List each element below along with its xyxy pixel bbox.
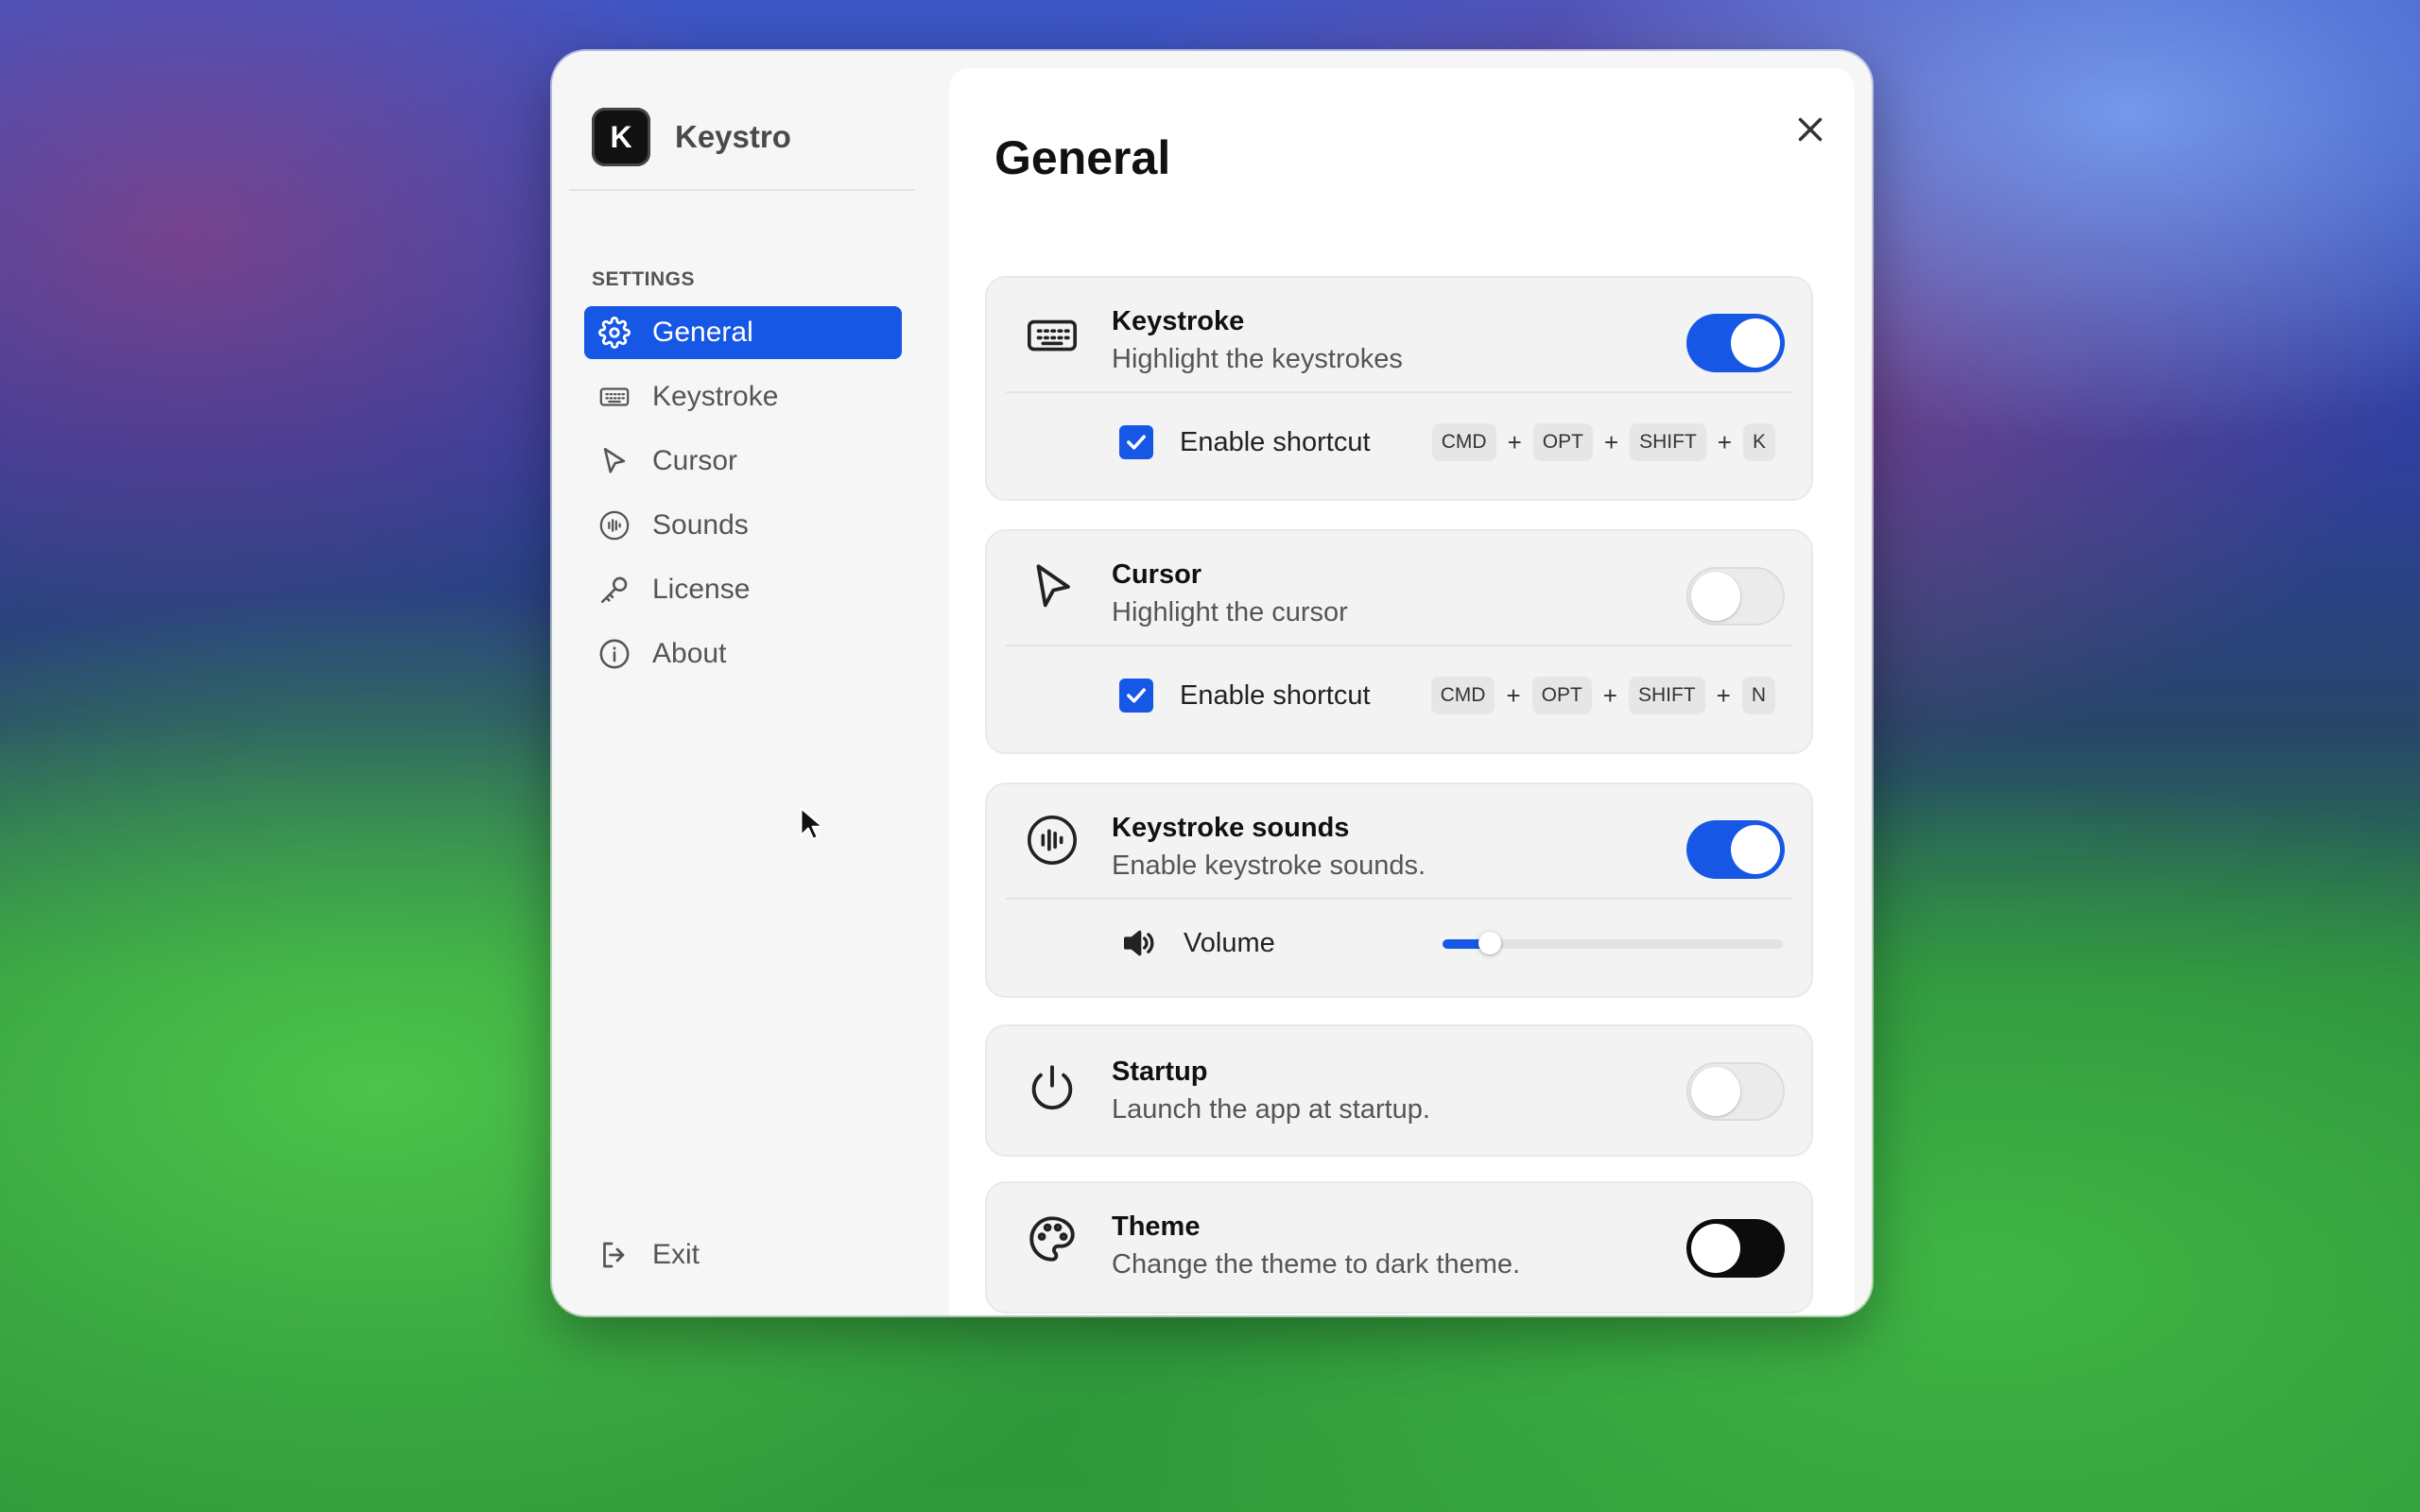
shortcut-key: SHIFT <box>1630 423 1706 461</box>
theme-toggle[interactable] <box>1686 1219 1785 1278</box>
shortcut-key: OPT <box>1532 423 1593 461</box>
plus-sign: + <box>1507 427 1522 456</box>
sidebar: K Keystro SETTINGS General Keystroke Cur… <box>552 51 930 1315</box>
shortcut-key: N <box>1741 677 1775 714</box>
keystroke-description: Highlight the keystrokes <box>1112 344 1403 374</box>
mouse-pointer-icon <box>800 807 822 840</box>
sidebar-item-general[interactable]: General <box>584 306 902 359</box>
keystroke-shortcut-keys: CMD + OPT + SHIFT + K <box>1431 423 1775 461</box>
plus-sign: + <box>1716 680 1731 710</box>
exit-icon <box>597 1238 631 1272</box>
volume-slider[interactable] <box>1443 932 1783 954</box>
main-panel: General Keystroke Highlight the keystrok… <box>949 68 1855 1315</box>
keystroke-card: Keystroke Highlight the keystrokes Enabl… <box>985 276 1813 501</box>
startup-description: Launch the app at startup. <box>1112 1094 1430 1125</box>
sounds-title: Keystroke sounds <box>1112 813 1350 843</box>
gear-icon <box>597 316 631 350</box>
cursor-icon <box>1036 564 1070 608</box>
cursor-shortcut-label: Enable shortcut <box>1180 679 1371 711</box>
cursor-icon <box>597 444 631 478</box>
theme-description: Change the theme to dark theme. <box>1112 1249 1521 1280</box>
settings-section-label: SETTINGS <box>592 268 696 290</box>
sidebar-item-license[interactable]: License <box>584 563 902 616</box>
cursor-toggle[interactable] <box>1686 567 1785 626</box>
plus-sign: + <box>1602 680 1617 710</box>
checkmark-icon <box>1127 688 1146 703</box>
sound-wave-icon <box>597 508 631 542</box>
cursor-shortcut-row: Enable shortcut <box>1119 679 1371 713</box>
shortcut-key: OPT <box>1531 677 1592 714</box>
keystroke-shortcut-label: Enable shortcut <box>1180 426 1371 457</box>
sidebar-item-sounds[interactable]: Sounds <box>584 499 902 552</box>
palette-icon <box>1029 1216 1075 1262</box>
sidebar-item-cursor[interactable]: Cursor <box>584 435 902 488</box>
sidebar-divider <box>569 189 915 191</box>
close-button[interactable] <box>1790 110 1830 149</box>
keyboard-icon <box>1028 319 1077 352</box>
exit-button[interactable]: Exit <box>597 1238 700 1272</box>
cursor-card: Cursor Highlight the cursor Enable short… <box>985 529 1813 754</box>
plus-sign: + <box>1717 427 1732 456</box>
sound-wave-icon <box>1028 816 1077 865</box>
sidebar-item-label: Keystroke <box>652 381 779 412</box>
exit-label: Exit <box>652 1239 700 1270</box>
plus-sign: + <box>1603 427 1619 456</box>
shortcut-key: CMD <box>1430 677 1495 714</box>
card-separator <box>1006 898 1792 900</box>
checkmark-icon <box>1127 435 1146 450</box>
page-title: General <box>994 131 1171 184</box>
key-icon <box>597 573 631 607</box>
cursor-shortcut-checkbox[interactable] <box>1119 679 1153 713</box>
volume-row: Volume <box>1119 924 1275 962</box>
sidebar-item-keystroke[interactable]: Keystroke <box>584 370 902 423</box>
sidebar-nav: General Keystroke Cursor Sounds License … <box>584 306 902 692</box>
cursor-title: Cursor <box>1112 559 1202 590</box>
settings-window: K Keystro SETTINGS General Keystroke Cur… <box>552 51 1872 1315</box>
theme-card: Theme Change the theme to dark theme. <box>985 1181 1813 1314</box>
sidebar-item-about[interactable]: About <box>584 627 902 680</box>
power-icon <box>1031 1065 1073 1109</box>
card-separator <box>1006 391 1792 393</box>
volume-label: Volume <box>1184 927 1275 958</box>
close-icon <box>1798 117 1823 142</box>
keystroke-toggle[interactable] <box>1686 314 1785 372</box>
volume-slider-thumb[interactable] <box>1478 932 1502 954</box>
theme-title: Theme <box>1112 1211 1201 1242</box>
cursor-shortcut-keys: CMD + OPT + SHIFT + N <box>1430 677 1775 714</box>
keystroke-shortcut-checkbox[interactable] <box>1119 425 1153 459</box>
startup-card: Startup Launch the app at startup. <box>985 1024 1813 1157</box>
startup-title: Startup <box>1112 1057 1208 1087</box>
plus-sign: + <box>1506 680 1521 710</box>
startup-toggle[interactable] <box>1686 1062 1785 1121</box>
app-logo: K <box>592 108 650 166</box>
cursor-description: Highlight the cursor <box>1112 597 1348 627</box>
shortcut-key: CMD <box>1431 423 1496 461</box>
shortcut-key: SHIFT <box>1628 677 1705 714</box>
shortcut-key: K <box>1742 423 1775 461</box>
keystroke-title: Keystroke <box>1112 306 1245 336</box>
info-icon <box>597 637 631 671</box>
brand: K Keystro <box>592 108 791 166</box>
sounds-toggle[interactable] <box>1686 820 1785 879</box>
speaker-icon <box>1124 930 1154 956</box>
keyboard-icon <box>597 380 631 414</box>
sidebar-item-label: Sounds <box>652 509 749 541</box>
sidebar-item-label: General <box>652 317 753 348</box>
sounds-description: Enable keystroke sounds. <box>1112 850 1426 881</box>
sounds-card: Keystroke sounds Enable keystroke sounds… <box>985 782 1813 998</box>
sidebar-item-label: License <box>652 574 751 605</box>
sidebar-item-label: Cursor <box>652 445 738 476</box>
keystroke-shortcut-row: Enable shortcut <box>1119 425 1371 459</box>
sidebar-item-label: About <box>652 638 727 669</box>
app-name: Keystro <box>675 119 791 154</box>
card-separator <box>1006 644 1792 646</box>
